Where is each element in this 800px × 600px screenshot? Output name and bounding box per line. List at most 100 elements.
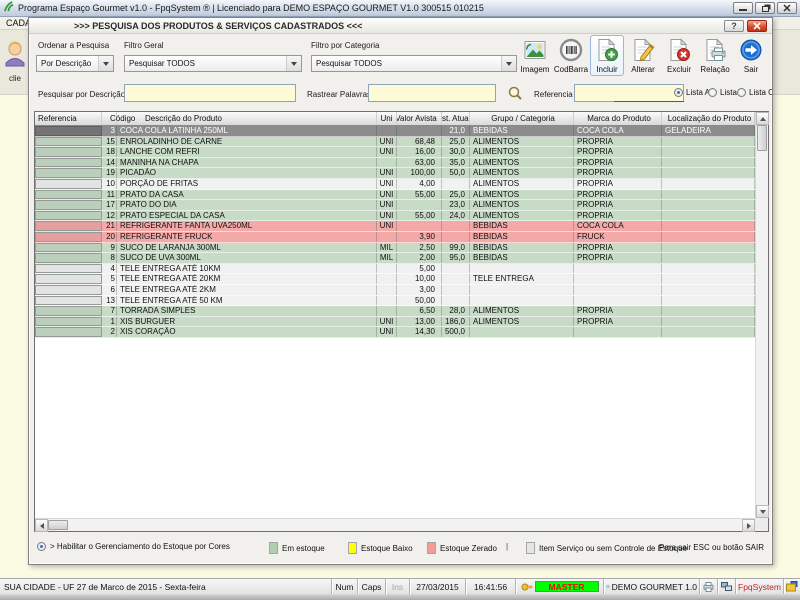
cell-valor: 55,00	[397, 189, 442, 200]
cell-valor: 4,00	[397, 178, 442, 189]
column-header-c6[interactable]: Grupo / Categoria	[470, 112, 574, 125]
cell-est	[442, 178, 470, 189]
alterar-button[interactable]: Alterar	[626, 35, 660, 76]
table-row[interactable]: 10 PORÇÃO DE FRITAS UNI 4,00 ALIMENTOS PROPRI…	[35, 178, 755, 190]
search-description-input[interactable]	[124, 84, 296, 102]
status-tray-panel	[784, 579, 800, 594]
cell-grupo: ALIMENTOS	[470, 168, 574, 178]
minimize-button[interactable]	[733, 2, 753, 14]
cell-referencia	[35, 189, 102, 200]
general-filter-select[interactable]: Pesquisar TODOS	[124, 55, 302, 72]
table-row[interactable]: 7 TORRADA SIMPLES 6,50 28,0 ALIMENTOS PROPRIA	[35, 306, 755, 317]
cell-uni: UNI	[377, 200, 397, 210]
cell-local	[662, 157, 755, 168]
imagem-button[interactable]: Imagem	[518, 35, 552, 76]
category-filter-select[interactable]: Pesquisar TODOS	[311, 55, 517, 72]
reference-input[interactable]	[574, 84, 684, 102]
cell-est	[442, 263, 470, 274]
cell-marca: PROPRIA	[574, 157, 662, 168]
cell-valor: 50,00	[397, 295, 442, 306]
legend-label: Estoque Zerado	[440, 543, 497, 553]
restore-button[interactable]	[755, 2, 775, 14]
table-row[interactable]: 14 MANINHA NA CHAPA 63,00 35,0 ALIMENTOS PROP…	[35, 157, 755, 169]
cell-referencia	[35, 178, 102, 189]
table-row[interactable]: 5 TELE ENTREGA ATÉ 20KM 10,00 TELE ENTREGA	[35, 274, 755, 285]
cell-codigo: 7	[102, 306, 117, 316]
clients-toolbar-button[interactable]: clie	[2, 38, 28, 83]
legend-separator: |	[506, 542, 509, 551]
horizontal-scrollbar[interactable]	[35, 518, 755, 532]
table-row[interactable]: 1 XIS BURGUER UNI 13,00 186,0 ALIMENTOS PROPRI…	[35, 316, 755, 328]
column-header-c2[interactable]: Descrição do Produto	[117, 112, 377, 125]
table-row[interactable]: 3 COCA COLA LATINHA 250ML 21,0 BEBIDAS COCA …	[35, 126, 755, 137]
dialog-close-button[interactable]	[747, 19, 767, 32]
table-row[interactable]: 11 PRATO DA CASA UNI 55,00 25,0 ALIMENTOS PROP…	[35, 189, 755, 201]
table-row[interactable]: 20 REFRIGERANTE FRUCK 3,90 BEBIDAS FRUCK	[35, 231, 755, 243]
table-row[interactable]: 9 SUCO DE LARANJA 300ML MIL 2,50 99,0 BEBIDAS…	[35, 242, 755, 254]
cell-est: 25,0	[442, 136, 470, 147]
cell-marca: PROPRIA	[574, 316, 662, 327]
table-row[interactable]: 12 PRATO ESPECIAL DA CASA UNI 55,00 24,0 ALIM…	[35, 210, 755, 222]
cell-referencia	[35, 231, 102, 242]
cell-grupo: ALIMENTOS	[470, 147, 574, 157]
cell-referencia	[35, 210, 102, 221]
cell-referencia	[35, 295, 102, 306]
horizontal-scroll-thumb[interactable]	[48, 520, 68, 530]
cell-descricao: TELE ENTREGA ATÉ 20KM	[117, 274, 377, 284]
table-row[interactable]: 8 SUCO DE UVA 300ML MIL 2,00 95,0 BEBIDAS PROP…	[35, 253, 755, 264]
help-button[interactable]: ?	[724, 19, 744, 32]
close-button[interactable]	[777, 2, 797, 14]
column-header-c1[interactable]: Código	[102, 112, 135, 125]
cell-codigo: 2	[102, 327, 117, 337]
order-filter-select[interactable]: Por Descrição	[36, 55, 114, 72]
cell-local	[662, 295, 755, 306]
table-row[interactable]: 6 TELE ENTREGA ATÉ 2KM 3,00	[35, 284, 755, 296]
sair-button[interactable]: Sair	[734, 35, 768, 76]
table-row[interactable]: 21 REFRIGERANTE FANTA UVA250ML UNI BEBIDAS C…	[35, 221, 755, 232]
cell-referencia	[35, 306, 102, 316]
table-row[interactable]: 13 TELE ENTREGA ATÉ 50 KM 50,00	[35, 295, 755, 307]
cell-marca: FRUCK	[574, 231, 662, 242]
cell-codigo: 14	[102, 157, 117, 168]
status-date: 27/03/2015	[410, 579, 466, 594]
codbarra-button[interactable]: CodBarra	[554, 35, 588, 76]
column-header-c3[interactable]: Uni	[377, 112, 397, 125]
stock-legend: > Habilitar o Gerenciamento do Estoque p…	[29, 539, 772, 557]
cell-descricao: XIS BURGUER	[117, 316, 377, 327]
table-row[interactable]: 4 TELE ENTREGA ATÉ 10KM 5,00	[35, 263, 755, 275]
cell-local	[662, 189, 755, 200]
vertical-scroll-thumb[interactable]	[757, 125, 767, 151]
excluir-button[interactable]: Excluir	[662, 35, 696, 76]
scroll-down-button[interactable]	[756, 505, 769, 518]
cell-codigo: 3	[102, 126, 117, 136]
table-row[interactable]: 17 PRATO DO DIA UNI 23,0 ALIMENTOS PROPRIA	[35, 200, 755, 211]
scroll-right-button[interactable]	[742, 519, 755, 532]
incluir-button[interactable]: Incluir	[590, 35, 624, 76]
legend-label: Item Serviço ou sem Controle de Estoque	[539, 543, 688, 553]
table-row[interactable]: 19 PICADÃO UNI 100,00 50,0 ALIMENTOS PROPRIA	[35, 168, 755, 179]
cell-uni: UNI	[377, 210, 397, 221]
relação-button[interactable]: Relação	[698, 35, 732, 76]
column-header-c4[interactable]: Valor Avista	[397, 112, 442, 125]
scroll-left-button[interactable]	[35, 519, 48, 532]
list-radio-a[interactable]: Lista A	[674, 88, 710, 97]
table-row[interactable]: 2 XIS CORAÇÃO UNI 14,30 500,0	[35, 327, 755, 338]
cell-marca	[574, 274, 662, 284]
column-header-c7[interactable]: Marca do Produto	[574, 112, 662, 125]
scroll-up-button[interactable]	[756, 112, 769, 125]
search-description-label: Pesquisar por Descrição	[38, 90, 126, 99]
list-radio-c[interactable]: Lista C	[737, 88, 772, 97]
table-row[interactable]: 18 LANCHE COM REFRI UNI 16,00 30,0 ALIMENTOS P…	[35, 147, 755, 158]
column-header-c5[interactable]: Est. Atual	[442, 112, 470, 125]
column-header-c0[interactable]: Referencia	[35, 112, 102, 125]
legend-item: Em estoque	[269, 542, 325, 554]
legend-label: Estoque Baixo	[361, 543, 413, 553]
vertical-scrollbar[interactable]	[755, 112, 769, 518]
grid-header: Referencia Código Descrição do Produto Uni V…	[35, 112, 755, 126]
column-header-c8[interactable]: Localização do Produto	[662, 112, 755, 125]
stock-colors-toggle[interactable]: > Habilitar o Gerenciamento do Estoque p…	[37, 542, 230, 551]
track-words-input[interactable]	[368, 84, 496, 102]
cell-referencia	[35, 274, 102, 284]
table-row[interactable]: 15 ENROLADINHO DE CARNE UNI 68,48 25,0 ALIMEN…	[35, 136, 755, 148]
toolbar-button-label: Sair	[743, 65, 759, 74]
